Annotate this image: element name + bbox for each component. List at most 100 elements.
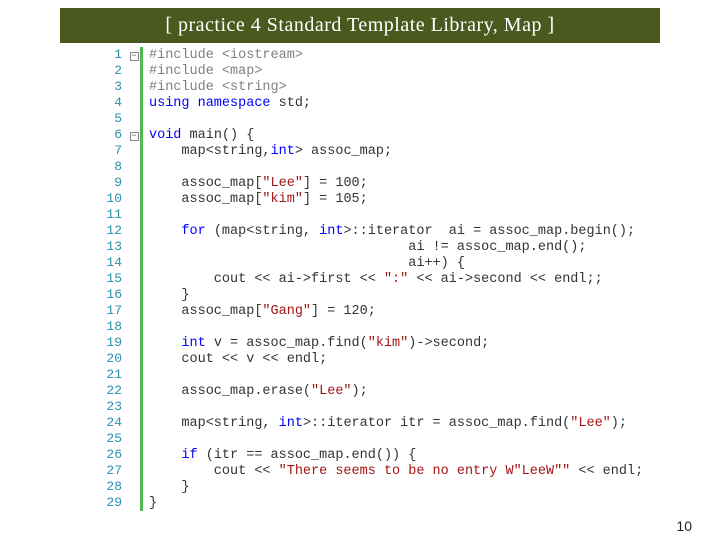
line-number: 18 xyxy=(100,319,128,335)
line-number: 1 xyxy=(100,47,128,63)
line-number: 4 xyxy=(100,95,128,111)
line-number: 11 xyxy=(100,207,128,223)
line-number: 5 xyxy=(100,111,128,127)
code-text: for (map<string, int>::iterator ai = ass… xyxy=(149,224,635,240)
code-line: 20 cout << v << endl; xyxy=(100,351,720,367)
code-text: ai++) { xyxy=(149,256,465,272)
line-number: 21 xyxy=(100,367,128,383)
change-gutter xyxy=(140,287,143,303)
code-text: assoc_map["kim"] = 105; xyxy=(149,192,368,208)
line-number: 17 xyxy=(100,303,128,319)
change-gutter xyxy=(140,479,143,495)
code-line: 6− void main() { xyxy=(100,127,720,143)
page-number: 10 xyxy=(676,518,692,534)
change-gutter xyxy=(140,159,143,175)
code-line: 22 assoc_map.erase("Lee"); xyxy=(100,383,720,399)
line-number: 13 xyxy=(100,239,128,255)
line-number: 23 xyxy=(100,399,128,415)
code-line: 5 xyxy=(100,111,720,127)
code-text: #include <string> xyxy=(149,80,287,96)
code-text: if (itr == assoc_map.end()) { xyxy=(149,448,416,464)
code-line: 8 xyxy=(100,159,720,175)
fold-gutter: − xyxy=(128,49,140,65)
line-number: 10 xyxy=(100,191,128,207)
code-line: 12 for (map<string, int>::iterator ai = … xyxy=(100,223,720,239)
code-line: 23 xyxy=(100,399,720,415)
code-line: 28 } xyxy=(100,479,720,495)
change-gutter xyxy=(140,127,143,143)
code-line: 3 #include <string> xyxy=(100,79,720,95)
code-text: void main() { xyxy=(149,128,254,144)
line-number: 29 xyxy=(100,495,128,511)
code-text: } xyxy=(149,480,190,496)
code-line: 4 using namespace std; xyxy=(100,95,720,111)
line-number: 27 xyxy=(100,463,128,479)
code-line: 27 cout << "There seems to be no entry W… xyxy=(100,463,720,479)
code-line: 13 ai != assoc_map.end(); xyxy=(100,239,720,255)
code-line: 16 } xyxy=(100,287,720,303)
code-text: #include <iostream> xyxy=(149,48,303,64)
code-line: 10 assoc_map["kim"] = 105; xyxy=(100,191,720,207)
slide-title: [ practice 4 Standard Template Library, … xyxy=(60,8,660,43)
code-text: ai != assoc_map.end(); xyxy=(149,240,586,256)
code-line: 11 xyxy=(100,207,720,223)
change-gutter xyxy=(140,175,143,191)
code-text: cout << "There seems to be no entry W"Le… xyxy=(149,464,643,480)
line-number: 14 xyxy=(100,255,128,271)
change-gutter xyxy=(140,223,143,239)
code-line: 9 assoc_map["Lee"] = 100; xyxy=(100,175,720,191)
code-line: 1− #include <iostream> xyxy=(100,47,720,63)
code-line: 2 #include <map> xyxy=(100,63,720,79)
line-number: 7 xyxy=(100,143,128,159)
change-gutter xyxy=(140,335,143,351)
fold-minus-icon[interactable]: − xyxy=(130,52,139,61)
code-text: } xyxy=(149,496,157,512)
change-gutter xyxy=(140,351,143,367)
line-number: 6 xyxy=(100,127,128,143)
code-text: using namespace std; xyxy=(149,96,311,112)
change-gutter xyxy=(140,271,143,287)
fold-minus-icon[interactable]: − xyxy=(130,132,139,141)
line-number: 2 xyxy=(100,63,128,79)
code-line: 17 assoc_map["Gang"] = 120; xyxy=(100,303,720,319)
code-text: map<string, int>::iterator itr = assoc_m… xyxy=(149,416,627,432)
change-gutter xyxy=(140,95,143,111)
line-number: 16 xyxy=(100,287,128,303)
line-number: 8 xyxy=(100,159,128,175)
fold-gutter: − xyxy=(128,129,140,145)
code-line: 18 xyxy=(100,319,720,335)
change-gutter xyxy=(140,63,143,79)
code-line: 26 if (itr == assoc_map.end()) { xyxy=(100,447,720,463)
code-text: int v = assoc_map.find("kim")->second; xyxy=(149,336,489,352)
line-number: 12 xyxy=(100,223,128,239)
line-number: 9 xyxy=(100,175,128,191)
change-gutter xyxy=(140,207,143,223)
change-gutter xyxy=(140,399,143,415)
code-text: assoc_map["Lee"] = 100; xyxy=(149,176,368,192)
change-gutter xyxy=(140,255,143,271)
code-line: 25 xyxy=(100,431,720,447)
change-gutter xyxy=(140,495,143,511)
change-gutter xyxy=(140,47,143,63)
line-number: 3 xyxy=(100,79,128,95)
change-gutter xyxy=(140,447,143,463)
code-line: 14 ai++) { xyxy=(100,255,720,271)
change-gutter xyxy=(140,239,143,255)
code-line: 21 xyxy=(100,367,720,383)
code-text: cout << ai->first << ":" << ai->second <… xyxy=(149,272,603,288)
code-text: } xyxy=(149,288,190,304)
change-gutter xyxy=(140,463,143,479)
code-line: 19 int v = assoc_map.find("kim")->second… xyxy=(100,335,720,351)
code-text: assoc_map.erase("Lee"); xyxy=(149,384,368,400)
change-gutter xyxy=(140,111,143,127)
code-line: 7 map<string,int> assoc_map; xyxy=(100,143,720,159)
code-text: #include <map> xyxy=(149,64,262,80)
code-line: 24 map<string, int>::iterator itr = asso… xyxy=(100,415,720,431)
code-line: 29} xyxy=(100,495,720,511)
change-gutter xyxy=(140,143,143,159)
line-number: 24 xyxy=(100,415,128,431)
change-gutter xyxy=(140,415,143,431)
line-number: 26 xyxy=(100,447,128,463)
code-line: 15 cout << ai->first << ":" << ai->secon… xyxy=(100,271,720,287)
change-gutter xyxy=(140,191,143,207)
